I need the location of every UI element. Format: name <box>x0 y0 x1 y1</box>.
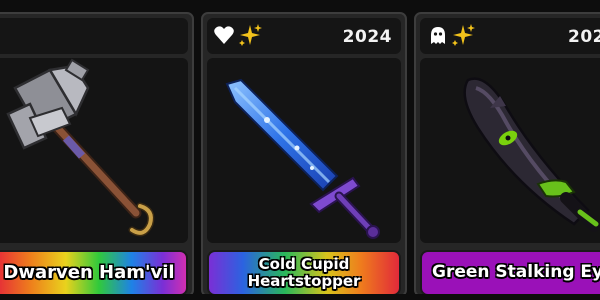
item-image-frame <box>0 58 188 243</box>
card-header <box>0 18 188 54</box>
heart-icon <box>213 24 235 48</box>
knife-icon <box>463 77 600 232</box>
item-name-line-2: Heartstopper <box>247 272 361 290</box>
grid-bottom-edge <box>0 294 600 300</box>
item-name: Dwarven Ham'vil <box>3 261 175 283</box>
sparkle-icon <box>450 24 476 48</box>
item-image-frame <box>420 58 600 243</box>
item-name-bar: Cold Cupid Heartstopper <box>207 250 401 296</box>
hammer-icon <box>6 58 155 237</box>
item-card-green-stalking-eyes[interactable]: 2024 Green Stalking Eyes <box>414 12 600 297</box>
card-header: 2024 <box>207 18 401 54</box>
item-card-cold-cupid-heartstopper[interactable]: 2024 Cold Cupid Heartstopper <box>201 12 407 297</box>
ghost-icon <box>428 24 448 48</box>
item-name-bar: Dwarven Ham'vil <box>0 250 188 296</box>
sparkle-icon <box>237 24 263 48</box>
item-year: 2024 <box>342 27 392 47</box>
item-year: 2024 <box>568 27 600 47</box>
item-image-frame <box>207 58 401 243</box>
item-name-bar: Green Stalking Eyes <box>420 250 600 296</box>
sword-icon <box>225 78 380 239</box>
item-name: Green Stalking Eyes <box>432 262 600 283</box>
item-card-dwarven-hamvil[interactable]: Dwarven Ham'vil <box>0 12 194 297</box>
item-name-line-1: Cold Cupid <box>258 254 350 273</box>
card-header: 2024 <box>420 18 600 54</box>
